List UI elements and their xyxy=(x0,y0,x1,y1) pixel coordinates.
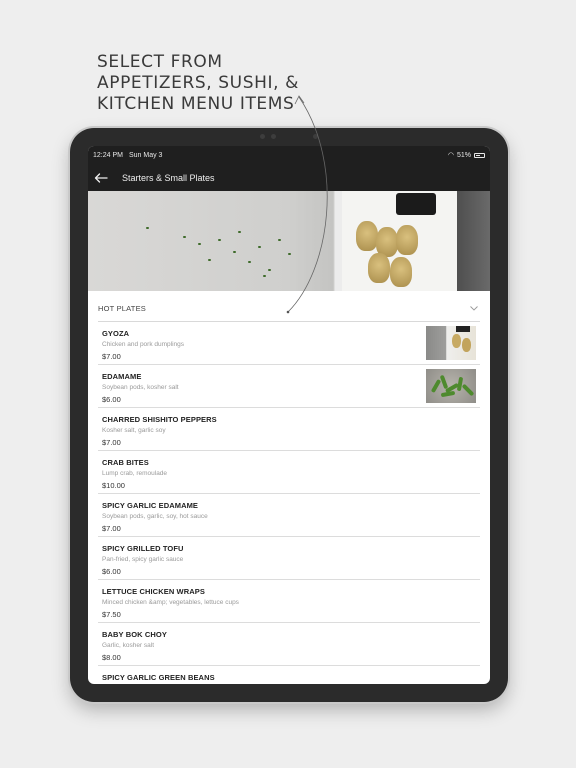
camera-dot xyxy=(271,134,276,139)
menu-item[interactable]: CHARRED SHISHITO PEPPERS Kosher salt, ga… xyxy=(98,408,480,451)
status-bar: 12:24 PM Sun May 3 ◠ 51% xyxy=(88,146,490,164)
nav-bar: Starters & Small Plates xyxy=(88,164,490,191)
item-price: $6.00 xyxy=(102,567,121,576)
item-price: $8.00 xyxy=(102,653,121,662)
arrow-left-icon[interactable] xyxy=(94,171,112,185)
menu-item[interactable]: CRAB BITES Lump crab, remoulade $10.00 xyxy=(98,451,480,494)
item-description: Kosher salt, garlic soy xyxy=(102,427,166,434)
menu-list-area: HOT PLATES GYOZA Chicken and pork dumpli… xyxy=(98,291,480,684)
item-price: $7.00 xyxy=(102,524,121,533)
menu-item[interactable]: GYOZA Chicken and pork dumplings $7.00 xyxy=(98,322,480,365)
page-title: Starters & Small Plates xyxy=(122,172,215,183)
item-price: $6.00 xyxy=(102,395,121,404)
headline-line-3: KITCHEN MENU ITEMS xyxy=(97,94,295,114)
item-description: Pan-fried, spicy garlic sauce xyxy=(102,556,184,563)
chevron-down-icon[interactable] xyxy=(468,303,480,315)
item-thumbnail xyxy=(426,326,476,360)
item-description: Soybean pods, garlic, soy, hot sauce xyxy=(102,513,208,520)
menu-item[interactable]: SPICY GARLIC GREEN BEANS xyxy=(98,666,480,684)
sauce-dish xyxy=(396,193,436,215)
category-label: HOT PLATES xyxy=(98,304,146,313)
item-price: $7.00 xyxy=(102,438,121,447)
wifi-icon: ◠ xyxy=(447,152,454,159)
item-thumbnail xyxy=(426,369,476,403)
menu-item[interactable]: EDAMAME Soybean pods, kosher salt $6.00 xyxy=(98,365,480,408)
item-description: Soybean pods, kosher salt xyxy=(102,384,179,391)
item-name: LETTUCE CHICKEN WRAPS xyxy=(102,587,205,596)
app-screen: 12:24 PM Sun May 3 ◠ 51% Starters & Smal… xyxy=(88,146,490,684)
category-dropdown[interactable]: HOT PLATES xyxy=(98,296,480,322)
camera-dot xyxy=(313,134,318,139)
app-store-screenshot: SELECT FROM APPETIZERS, SUSHI, & KITCHEN… xyxy=(0,0,576,768)
menu-item[interactable]: BABY BOK CHOY Garlic, kosher salt $8.00 xyxy=(98,623,480,666)
item-description: Minced chicken &amp; vegetables, lettuce… xyxy=(102,599,239,606)
item-name: CHARRED SHISHITO PEPPERS xyxy=(102,415,217,424)
item-price: $7.00 xyxy=(102,352,121,361)
item-description: Chicken and pork dumplings xyxy=(102,341,185,348)
item-name: EDAMAME xyxy=(102,372,142,381)
item-name: SPICY GARLIC GREEN BEANS xyxy=(102,673,215,682)
item-description: Lump crab, remoulade xyxy=(102,470,168,477)
status-time: 12:24 PM xyxy=(93,151,123,159)
headline-line-2: APPETIZERS, SUSHI, & xyxy=(97,73,299,93)
item-name: CRAB BITES xyxy=(102,458,149,467)
headline-line-1: SELECT FROM xyxy=(97,52,223,72)
item-price: $7.50 xyxy=(102,610,121,619)
category-hero-image xyxy=(88,191,490,291)
battery-icon xyxy=(474,152,485,158)
menu-item[interactable]: LETTUCE CHICKEN WRAPS Minced chicken &am… xyxy=(98,580,480,623)
item-price: $10.00 xyxy=(102,481,125,490)
menu-item[interactable]: SPICY GARLIC EDAMAME Soybean pods, garli… xyxy=(98,494,480,537)
status-date: Sun May 3 xyxy=(128,151,163,159)
item-description: Garlic, kosher salt xyxy=(102,642,155,649)
item-name: SPICY GRILLED TOFU xyxy=(102,544,184,553)
camera-dot xyxy=(260,134,265,139)
promo-headline: SELECT FROM APPETIZERS, SUSHI, & KITCHEN… xyxy=(97,52,357,115)
menu-item[interactable]: SPICY GRILLED TOFU Pan-fried, spicy garl… xyxy=(98,537,480,580)
item-name: SPICY GARLIC EDAMAME xyxy=(102,501,199,510)
item-name: GYOZA xyxy=(102,329,130,338)
tablet-device: 12:24 PM Sun May 3 ◠ 51% Starters & Smal… xyxy=(70,128,508,702)
status-right: ◠ 51% xyxy=(448,151,485,159)
item-name: BABY BOK CHOY xyxy=(102,630,167,639)
battery-percent: 51% xyxy=(456,151,471,159)
